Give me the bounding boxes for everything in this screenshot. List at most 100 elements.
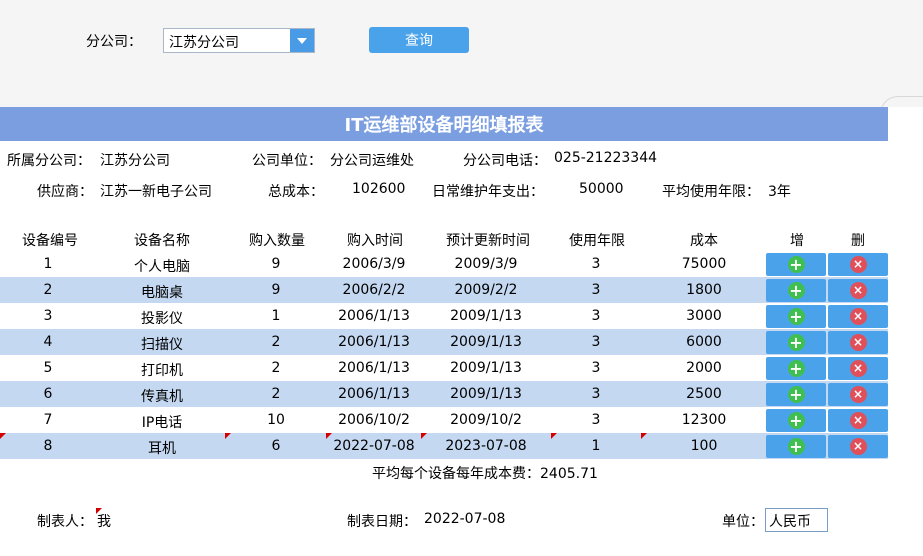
- cell-qty: 9: [271, 256, 281, 272]
- delete-row-button[interactable]: ×: [828, 305, 888, 328]
- cell-cost: 6000: [686, 334, 722, 350]
- filter-area: 分公司： 江苏分公司 查询: [0, 0, 923, 126]
- avg-cost-summary: 平均每个设备每年成本费：2405.71: [372, 463, 598, 483]
- cell-name: 耳机: [148, 441, 176, 457]
- cell-id: 5: [43, 360, 53, 376]
- plus-icon: +: [787, 281, 805, 300]
- comment-marker: [0, 433, 6, 439]
- table-row: 6 传真机 2 2006/1/13 2009/1/13 3 2500 + ×: [0, 381, 888, 407]
- branch-label: 所属分公司：: [7, 153, 91, 169]
- add-row-button[interactable]: +: [766, 253, 826, 276]
- cell-cost: 75000: [681, 256, 727, 272]
- add-row-button[interactable]: +: [766, 357, 826, 380]
- cell-qty: 2: [271, 360, 281, 376]
- cell-cost: 12300: [681, 412, 727, 428]
- branch-select[interactable]: 江苏分公司: [163, 28, 315, 53]
- delete-row-button[interactable]: ×: [828, 435, 888, 458]
- cell-renew-date: 2009/3/9: [454, 256, 518, 272]
- comment-marker: [421, 433, 427, 439]
- table-row: 2 电脑桌 9 2006/2/2 2009/2/2 3 1800 + ×: [0, 277, 888, 303]
- table-row: 1 个人电脑 9 2006/3/9 2009/3/9 3 75000 + ×: [0, 251, 888, 277]
- close-icon: ×: [849, 386, 867, 403]
- cell-purchase-date: 2006/2/2: [342, 282, 406, 298]
- cell-qty: 9: [271, 282, 281, 298]
- cell-cost: 2500: [686, 386, 722, 402]
- cell-name: IP电话: [141, 415, 183, 431]
- branch-filter-label: 分公司：: [86, 34, 142, 50]
- branch-select-value: 江苏分公司: [169, 35, 239, 51]
- cell-years: 3: [591, 282, 601, 298]
- cell-purchase-date: 2006/1/13: [338, 360, 410, 376]
- table-row: 7 IP电话 10 2006/10/2 2009/10/2 3 12300 + …: [0, 407, 888, 433]
- currency-unit-label: 单位：: [722, 514, 764, 530]
- cell-years: 3: [591, 256, 601, 272]
- cell-renew-date: 2023-07-08: [445, 438, 527, 454]
- plus-icon: +: [787, 307, 805, 326]
- delete-row-button[interactable]: ×: [828, 409, 888, 432]
- add-row-button[interactable]: +: [766, 383, 826, 406]
- header-cost: 成本: [690, 233, 718, 249]
- add-row-button[interactable]: +: [766, 305, 826, 328]
- cell-purchase-date: 2006/1/13: [338, 386, 410, 402]
- cell-renew-date: 2009/1/13: [450, 308, 522, 324]
- cell-renew-date: 2009/10/2: [450, 412, 522, 428]
- plus-icon: +: [787, 437, 805, 456]
- delete-row-button[interactable]: ×: [828, 253, 888, 276]
- cell-name: 传真机: [141, 389, 183, 405]
- close-icon: ×: [849, 334, 867, 351]
- supplier-value: 江苏一新电子公司: [100, 184, 212, 200]
- cell-qty: 1: [271, 308, 281, 324]
- cell-purchase-date: 2006/1/13: [338, 334, 410, 350]
- avg-years-label: 平均使用年限：: [662, 184, 760, 200]
- cell-id: 2: [43, 282, 53, 298]
- delete-row-button[interactable]: ×: [828, 331, 888, 354]
- cell-purchase-date: 2006/3/9: [342, 256, 406, 272]
- maintenance-value: 50000: [579, 181, 624, 197]
- add-row-button[interactable]: +: [766, 279, 826, 302]
- report-title: IT运维部设备明细填报表: [0, 107, 888, 141]
- cell-renew-date: 2009/1/13: [450, 386, 522, 402]
- maker-value[interactable]: 我: [97, 511, 111, 531]
- cell-renew-date: 2009/2/2: [454, 282, 518, 298]
- delete-row-button[interactable]: ×: [828, 383, 888, 406]
- cell-cost: 100: [690, 438, 718, 454]
- header-delete: 删: [851, 233, 865, 249]
- cell-name: 个人电脑: [134, 259, 190, 275]
- cell-id: 8: [43, 438, 53, 454]
- delete-row-button[interactable]: ×: [828, 279, 888, 302]
- cell-cost: 3000: [686, 308, 722, 324]
- avg-cost-value: 2405.71: [540, 466, 598, 482]
- header-purchase-date: 购入时间: [347, 233, 403, 249]
- date-value: 2022-07-08: [424, 511, 506, 527]
- header-device-name: 设备名称: [134, 233, 190, 249]
- plus-icon: +: [787, 333, 805, 352]
- cell-qty: 2: [271, 386, 281, 402]
- cell-years: 3: [591, 334, 601, 350]
- cell-purchase-date: 2006/10/2: [338, 412, 410, 428]
- delete-row-button[interactable]: ×: [828, 357, 888, 380]
- table-row: 4 扫描仪 2 2006/1/13 2009/1/13 3 6000 + ×: [0, 329, 888, 355]
- date-label: 制表日期：: [347, 514, 417, 530]
- cell-id: 3: [43, 308, 53, 324]
- add-row-button[interactable]: +: [766, 435, 826, 458]
- header-device-id: 设备编号: [22, 233, 78, 249]
- branch-value: 江苏分公司: [100, 153, 170, 169]
- query-button[interactable]: 查询: [369, 27, 469, 53]
- dropdown-button[interactable]: [290, 29, 314, 52]
- add-row-button[interactable]: +: [766, 331, 826, 354]
- cell-cost: 2000: [686, 360, 722, 376]
- cell-purchase-date: 2006/1/13: [338, 308, 410, 324]
- cell-years: 1: [591, 438, 601, 454]
- comment-marker: [326, 433, 332, 439]
- currency-unit-field[interactable]: 人民币: [765, 508, 828, 532]
- close-icon: ×: [849, 360, 867, 377]
- cell-id: 7: [43, 412, 53, 428]
- close-icon: ×: [849, 438, 867, 455]
- add-row-button[interactable]: +: [766, 409, 826, 432]
- plus-icon: +: [787, 255, 805, 274]
- branch-phone-value: 025-21223344: [554, 150, 658, 166]
- cell-name: 扫描仪: [141, 337, 183, 353]
- cell-purchase-date: 2022-07-08: [333, 438, 415, 454]
- cell-name: 投影仪: [141, 311, 183, 327]
- cell-renew-date: 2009/1/13: [450, 360, 522, 376]
